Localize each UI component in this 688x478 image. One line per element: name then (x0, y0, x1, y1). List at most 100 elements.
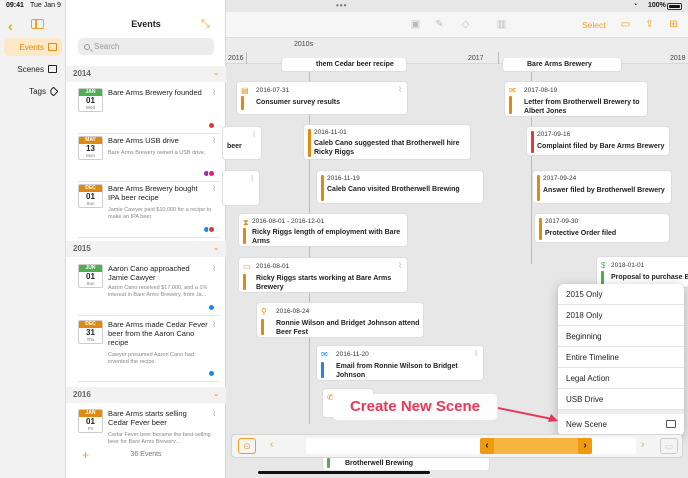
timeline-event-card[interactable]: ✉ 2016-11-20 Email from Ronnie Wilson to… (316, 345, 484, 381)
cal-weekday: Wed (85, 105, 96, 110)
scene-menu-item[interactable]: Beginning (558, 326, 684, 347)
event-title: Bare Arms starts selling Cedar Fever bee… (108, 409, 187, 427)
back-chevron-icon[interactable]: ‹ (8, 18, 13, 34)
tag-dots (203, 170, 215, 177)
card-color-bar (321, 175, 324, 201)
tag-dot (208, 122, 215, 129)
overview-track[interactable]: ‹ › (306, 438, 636, 454)
cal-month: JUN (79, 265, 102, 272)
event-item[interactable]: JAN 01 Wed Bare Arms Brewery founded ⌇ (78, 86, 220, 134)
timeline-event-card[interactable]: 2017-09-30 Protective Order filed (534, 213, 670, 243)
card-date: 2017-09-30 (545, 218, 579, 225)
paperclip-icon: ⌇ (212, 184, 216, 193)
timeline-event-card[interactable]: them Cedar beer recipe (281, 58, 407, 72)
range-handle-right[interactable]: › (578, 438, 592, 454)
sidebar-toggle-icon[interactable] (31, 19, 44, 29)
timeline-event-card[interactable]: ✉ 2017-08-19 Letter from Brotherwell Bre… (504, 81, 648, 117)
timeline-event-card[interactable]: 2017-09-16 Complaint filed by Bare Arms … (526, 126, 670, 156)
add-icon[interactable]: ⊞ (668, 19, 679, 30)
card-title: Ricky Riggs length of employment with Ba… (252, 229, 401, 245)
scene-icon (666, 420, 676, 428)
scene-icon[interactable]: ▭ (620, 19, 631, 30)
scroll-left-chevron-icon[interactable]: ‹ (270, 439, 273, 450)
scene-menu-item[interactable]: 2018 Only (558, 305, 684, 326)
scene-menu: 2015 Only 2018 Only Beginning Entire Tim… (558, 284, 684, 436)
year-header-2016[interactable]: 2016 ⌄ (66, 387, 226, 403)
battery-percent: 100% (648, 2, 666, 9)
timeline-event-card[interactable]: Bare Arms Brewery (502, 58, 622, 72)
year-label: 2015 (73, 244, 91, 253)
status-time: 09:41 (6, 2, 24, 9)
range-handle-left[interactable]: ‹ (480, 438, 494, 454)
event-description: Cawyer presumed Aaron Cano had invented … (108, 352, 194, 365)
calendar-date-icon: JUN 01 Sun (78, 264, 103, 288)
chevron-down-icon[interactable]: ⌄ (213, 387, 219, 403)
select-button[interactable]: Select (582, 20, 606, 30)
card-color-bar (243, 274, 246, 290)
status-date: Tue Jan 9 (30, 2, 61, 9)
event-title: Bare Arms Brewery bought IPA beer recipe (108, 184, 198, 202)
chevron-down-icon[interactable]: ⌄ (213, 66, 219, 82)
scene-menu-item[interactable]: Legal Action (558, 368, 684, 389)
event-item[interactable]: JUN 01 Sun Aaron Cano approached Jamie C… (78, 262, 220, 316)
timeline-event-card[interactable]: 2016-11-01 Caleb Cano suggested that Bro… (303, 124, 471, 160)
share-icon[interactable]: ⇪ (644, 19, 655, 30)
scene-icon[interactable]: ▭ (660, 438, 678, 454)
visible-range-window[interactable]: ‹ › (480, 438, 592, 454)
scenes-toggle-button[interactable]: ⊙ (238, 438, 256, 454)
timeline-event-card[interactable]: ⧗ 2016-08-01 - 2016-12-01 Ricky Riggs le… (238, 213, 408, 247)
create-new-scene-callout: Create New Scene (333, 394, 497, 420)
tag-icon (48, 86, 59, 96)
timeline-event-card[interactable]: 2017-09-24 Answer filed by Brotherwell B… (532, 170, 672, 204)
year-header-2015[interactable]: 2015 ⌄ (66, 241, 226, 257)
card-date: 2016-11-20 (336, 351, 369, 358)
cal-weekday: Thu (86, 337, 95, 342)
scene-menu-item[interactable]: Entire Timeline (558, 347, 684, 368)
search-input[interactable]: Search (78, 38, 214, 55)
nav-item-scenes[interactable]: Scenes (4, 60, 62, 78)
scroll-right-chevron-icon[interactable]: › (641, 439, 644, 450)
multitask-dots-icon[interactable]: ••• (336, 1, 347, 10)
card-date: 2018-01-01 (611, 262, 645, 269)
battery-icon (667, 3, 682, 10)
timeline-event-card[interactable]: ▤ 2016-07-31 Consumer survey results ⌇ (236, 81, 408, 115)
event-item[interactable]: DEC 31 Thu Bare Arms made Cedar Fever be… (78, 318, 220, 382)
chevron-down-icon[interactable]: ⌄ (213, 241, 219, 257)
timeline-event-card[interactable]: beer ⌇ (222, 126, 262, 160)
trash-icon[interactable]: ▥ (496, 19, 507, 30)
timeline-event-card[interactable]: ⚲ 2016-08-24 Ronnie Wilson and Bridget J… (256, 302, 424, 338)
new-scene-menu-item[interactable]: New Scene (558, 410, 684, 434)
card-title: beer (227, 143, 242, 150)
image-icon[interactable]: ▣ (410, 19, 421, 30)
event-item[interactable]: DEC 01 Sun Bare Arms Brewery bought IPA … (78, 182, 220, 238)
card-title: Proposal to purchase B (611, 274, 688, 281)
event-item[interactable]: JAN 01 Fri Bare Arms starts selling Ceda… (78, 407, 220, 443)
callout-arrow-icon (498, 407, 558, 422)
event-title: Bare Arms made Cedar Fever beer from the… (108, 320, 208, 347)
event-title: Aaron Cano approached Jamie Cawyer (108, 264, 190, 282)
nav-item-label: Scenes (17, 64, 44, 74)
card-color-bar (601, 271, 604, 285)
scene-menu-item[interactable]: 2015 Only (558, 284, 684, 305)
timeline-event-card[interactable]: ⌇ (222, 170, 260, 206)
nav-item-tags[interactable]: Tags (4, 82, 62, 100)
nav-item-events[interactable]: Events (4, 38, 62, 56)
brush-icon[interactable]: ✎ (434, 19, 445, 30)
collapse-arrows-icon[interactable]: ⤡ (201, 18, 210, 31)
paperclip-icon: ⌇ (250, 174, 254, 183)
timeline-event-card[interactable]: 2016-11-19 Caleb Cano visited Brotherwel… (316, 170, 484, 204)
card-color-bar (327, 458, 330, 468)
tag-dot (208, 170, 215, 177)
event-item[interactable]: MAY 13 Mon Bare Arms USB drive Bare Arms… (78, 134, 220, 182)
timeline-event-card[interactable]: ▭ 2016-08-01 Ricky Riggs starts working … (238, 257, 408, 293)
card-title: Caleb Cano visited Brotherwell Brewing (327, 186, 460, 193)
card-title: Caleb Cano suggested that Brotherwell hi… (314, 140, 460, 156)
year-header-2014[interactable]: 2014 ⌄ (66, 66, 226, 82)
card-color-bar (321, 362, 324, 378)
card-title: Answer filed by Brotherwell Brewery (543, 187, 665, 194)
card-color-bar (539, 218, 542, 240)
add-event-plus-icon[interactable]: + (82, 443, 89, 467)
scene-menu-item[interactable]: USB Drive (558, 389, 684, 410)
timeline-toolbar: ▣ ✎ ◇ ▥ Select ▭ ⇪ ⊞ (226, 12, 688, 38)
tag-icon[interactable]: ◇ (460, 19, 471, 30)
